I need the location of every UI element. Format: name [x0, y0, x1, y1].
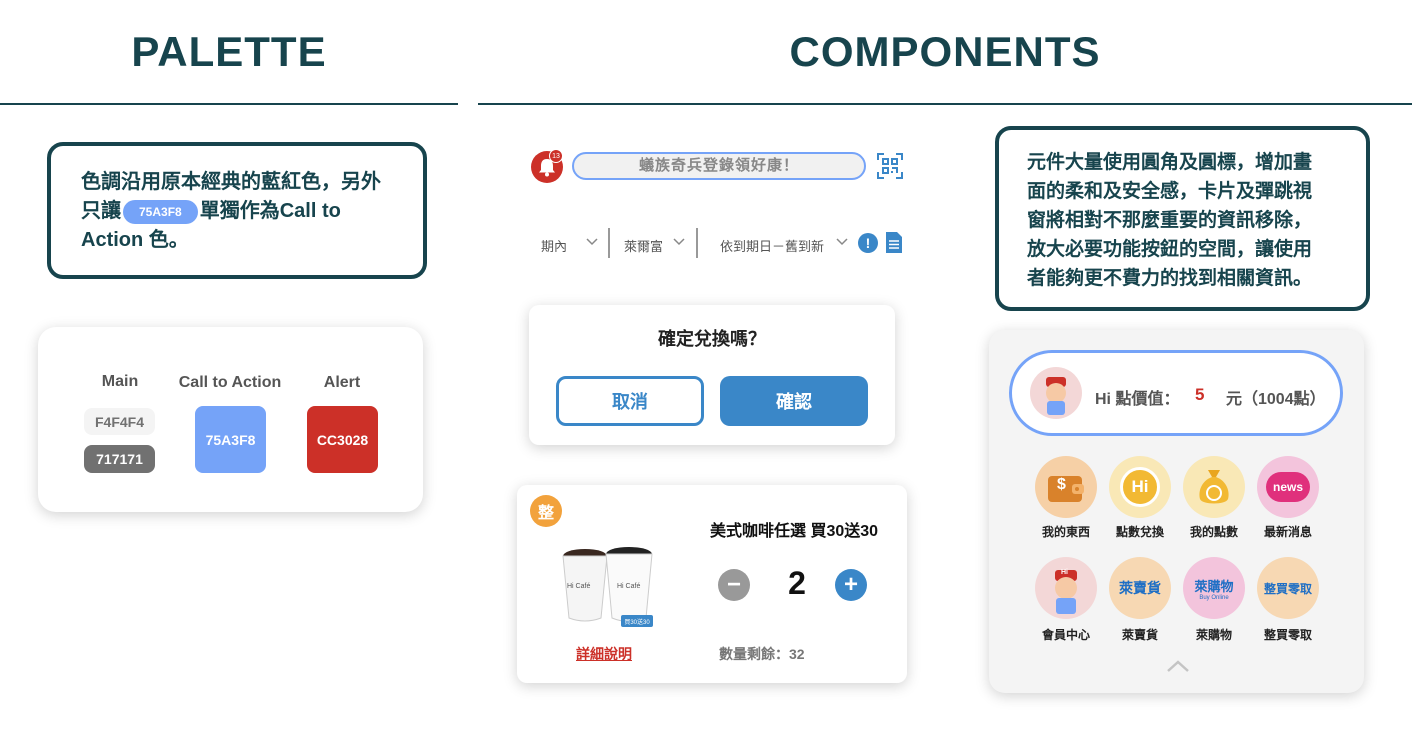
components-heading: COMPONENTS [789, 28, 1101, 75]
info-icon[interactable]: ! [858, 233, 878, 253]
components-note-line1: 元件大量使用圓角及圓標，增加畫 [1027, 152, 1313, 173]
news-bubble: news [1266, 472, 1310, 502]
news-icon[interactable]: news [1257, 456, 1319, 518]
lai-sell-logo: 萊賣貨 [1119, 580, 1161, 596]
components-note-line3: 窗將相對不那麼重要的資訊移除， [1027, 210, 1313, 231]
palette-note: 色調沿用原本經典的藍紅色，另外 只讓 75A3F8 單獨作為Call to Acti… [47, 142, 427, 279]
menu-label-member-center[interactable]: 會員中心 [1026, 626, 1106, 643]
points-pill[interactable]: Hi 點價值： 5 元（1004點） [1009, 350, 1343, 436]
product-image: Hi Café Hi Café 買30送30 [557, 540, 657, 630]
cup-brand-right: Hi Café [617, 583, 641, 590]
cancel-button[interactable]: 取消 [556, 376, 704, 426]
menu-label-lai-sell[interactable]: 萊賣貨 [1100, 626, 1180, 643]
promo-tag: 買30送30 [624, 620, 650, 626]
decrease-quantity-button[interactable]: − [718, 569, 750, 601]
components-note-line5: 者能夠更不費力的找到相關資訊。 [1027, 268, 1313, 289]
palette-note-line3: Action 色。 [81, 229, 189, 251]
palette-card: Main Call to Action Alert F4F4F4 717171 … [38, 327, 423, 512]
palette-note-line2-post: 單獨作為Call to [199, 200, 341, 222]
wallet-icon[interactable]: $ [1035, 456, 1097, 518]
dialog-title: 確定兌換嗎？ [658, 329, 766, 349]
cup-brand-left: Hi Café [567, 583, 591, 590]
chevron-down-icon[interactable] [585, 232, 599, 255]
remaining-quantity: 數量剩餘：32 [719, 646, 805, 662]
hi-coin-face: Hi [1120, 467, 1160, 507]
details-link[interactable]: 詳細說明 [576, 644, 632, 664]
alert-swatch: CC3028 [307, 406, 378, 473]
points-unit: 元（1004點） [1226, 391, 1326, 408]
lai-shop-icon[interactable]: 萊購物 Buy Online [1183, 557, 1245, 619]
chevron-down-icon[interactable] [672, 232, 686, 255]
menu-label-news[interactable]: 最新消息 [1248, 523, 1328, 540]
filter-divider [608, 228, 610, 258]
hi-coin-icon[interactable]: Hi [1109, 456, 1171, 518]
points-label: Hi 點價值： [1095, 391, 1180, 408]
product-title: 美式咖啡任選 買30送30 [710, 523, 879, 540]
lai-sell-icon[interactable]: 萊賣貨 [1109, 557, 1171, 619]
palette-note-line2: 只讓 75A3F8 單獨作為Call to [81, 197, 393, 226]
main-light-swatch: F4F4F4 [84, 408, 155, 435]
confirm-button[interactable]: 確認 [720, 376, 868, 426]
components-note-line2: 面的柔和及安全感，卡片及彈跳視 [1027, 181, 1313, 202]
points-value: 5 [1195, 385, 1205, 404]
quantity-value: 2 [788, 565, 806, 601]
lai-shop-subtext: Buy Online [1199, 594, 1229, 601]
filter-divider [696, 228, 698, 258]
main-dark-swatch: 717171 [84, 445, 155, 473]
mascot-avatar [1030, 367, 1082, 419]
components-note-line4: 放大必要功能按鈕的空間，讓使用 [1027, 239, 1313, 260]
qr-scan-icon[interactable] [876, 152, 904, 180]
menu-label-my-items[interactable]: 我的東西 [1026, 523, 1106, 540]
menu-label-points-redeem[interactable]: 點數兌換 [1100, 523, 1180, 540]
mascot-cap-text: Hi [1061, 569, 1068, 576]
chevron-up-icon[interactable] [1165, 658, 1191, 674]
palette-note-line1: 色調沿用原本經典的藍紅色，另外 [81, 171, 381, 193]
bulk-buy-logo: 整買零取 [1263, 581, 1312, 596]
filter-sort[interactable]: 依到期日－舊到新 [720, 236, 824, 255]
product-card: 整 Hi Café Hi Café 買30送30 美式咖啡任選 買30送30 −… [517, 485, 907, 683]
menu-label-bulk-buy[interactable]: 整買零取 [1248, 626, 1328, 643]
filter-store[interactable]: 萊爾富 [624, 236, 663, 255]
notification-badge: 13 [549, 149, 563, 163]
lai-shop-logo: 萊購物 [1194, 578, 1234, 594]
components-note: 元件大量使用圓角及圓標，增加畫 面的柔和及安全感，卡片及彈跳視 窗將相對不那麼重… [995, 126, 1370, 311]
member-panel: Hi 點價值： 5 元（1004點） $ 我的東西 Hi 點數兌換 我的點數 n… [989, 330, 1364, 693]
document-icon[interactable] [886, 232, 902, 253]
confirm-dialog: 確定兌換嗎？ 取消 確認 [529, 305, 895, 445]
alert-label: Alert [323, 374, 361, 391]
money-bag-icon[interactable] [1183, 456, 1245, 518]
wallet-symbol: $ [1057, 476, 1066, 493]
components-divider [478, 103, 1412, 105]
bulk-buy-icon[interactable]: 整買零取 [1257, 557, 1319, 619]
main-label: Main [101, 373, 139, 390]
palette-note-line2-pre: 只讓 [81, 200, 121, 222]
palette-heading: PALETTE [131, 28, 327, 75]
filter-period[interactable]: 期內 [541, 236, 567, 255]
chevron-down-icon[interactable] [835, 232, 849, 255]
menu-label-my-points[interactable]: 我的點數 [1174, 523, 1254, 540]
cta-label: Call to Action [178, 374, 282, 391]
mascot-icon[interactable]: Hi [1035, 557, 1097, 619]
increase-quantity-button[interactable]: + [835, 569, 867, 601]
cta-color-pill: 75A3F8 [123, 199, 198, 224]
menu-label-lai-shop[interactable]: 萊購物 [1174, 626, 1254, 643]
bulk-badge: 整 [530, 495, 562, 527]
promo-search-bar[interactable]: 蟻族奇兵登錄領好康！ [572, 152, 866, 180]
palette-divider [0, 103, 458, 105]
cta-swatch: 75A3F8 [195, 406, 266, 473]
